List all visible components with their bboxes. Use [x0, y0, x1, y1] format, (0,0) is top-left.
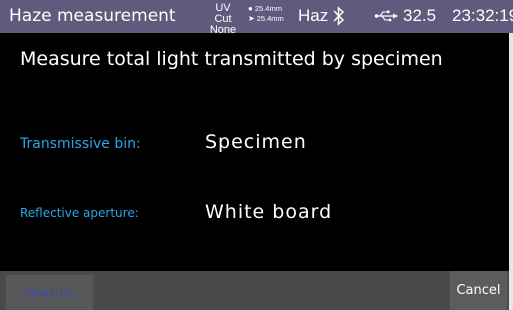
clock: 23:32:19 — [452, 6, 513, 25]
app-title: Haze measurement — [9, 6, 176, 26]
cancel-button[interactable]: Cancel — [450, 271, 507, 310]
temperature-readout: 32.5 — [403, 6, 437, 25]
light-source-indicator: UV Cut None — [201, 3, 245, 36]
transmissive-bin-label: Transmissive bin: — [20, 136, 141, 152]
reflective-aperture-value: White board — [205, 201, 333, 223]
scrollbar[interactable] — [509, 33, 513, 310]
measure-button[interactable]: Measure — [6, 275, 93, 310]
illumination-arrow-icon: ➤ — [248, 14, 255, 23]
usb-icon — [374, 10, 398, 22]
reflective-aperture-label: Reflective aperture: — [20, 206, 139, 220]
bluetooth-icon — [333, 6, 345, 26]
transmissive-bin-value: Specimen — [205, 131, 307, 153]
aperture-dot-icon: ● — [248, 4, 253, 13]
bottom-bar: Measure Cancel — [0, 271, 513, 310]
cut-filter-label: Cut None — [209, 13, 237, 36]
illum-aperture-value: 25.4mm — [256, 14, 284, 23]
status-bar: Haze measurement UV Cut None ● 25.4mm ➤ 25… — [0, 0, 513, 36]
mode-indicator: Haz — [298, 6, 329, 25]
measure-aperture-value: 25.4mm — [254, 4, 282, 13]
instruction-text: Measure total light transmitted by speci… — [20, 48, 443, 70]
aperture-indicator: ● 25.4mm ➤ 25.4mm — [248, 4, 284, 24]
